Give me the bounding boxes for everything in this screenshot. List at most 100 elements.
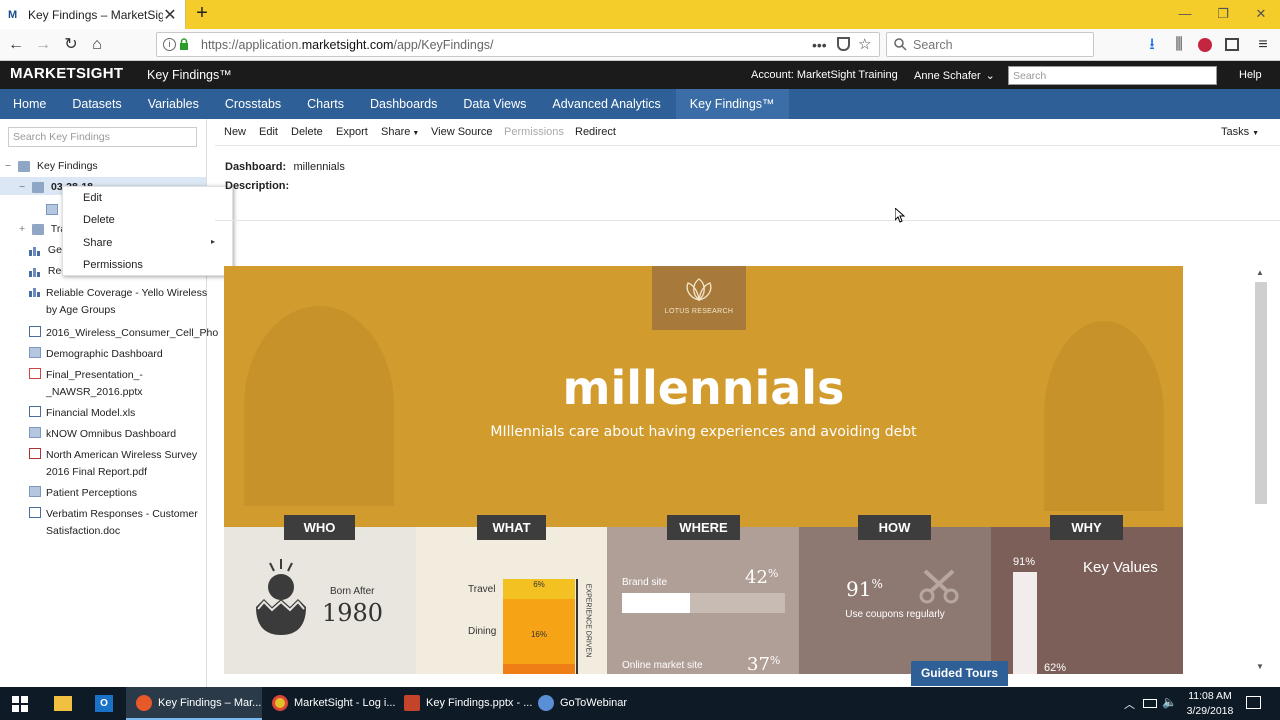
collapse-icon[interactable]: − [5,160,11,172]
redirect-button[interactable]: Redirect [575,126,616,138]
close-tab-icon[interactable]: ✕ [163,5,177,25]
expand-icon[interactable]: + [19,223,25,235]
dining-pct: 16% [530,630,547,639]
reload-icon[interactable]: ↻ [60,34,82,56]
page-actions-icon[interactable]: ••• [812,37,827,53]
why-header: WHY [1050,515,1123,540]
nav-home[interactable]: Home [0,89,59,119]
volume-icon[interactable]: 🔈 [1162,695,1177,709]
new-button[interactable]: New [224,126,246,138]
guided-tours-button[interactable]: Guided Tours [911,661,1008,686]
clock-time[interactable]: 11:08 AM [1180,690,1240,702]
nav-datasets[interactable]: Datasets [59,89,134,119]
notifications-icon[interactable] [1246,696,1261,709]
url-text: https://application.marketsight.com/app/… [201,38,494,52]
sidebar-toggle-icon[interactable] [1225,38,1239,51]
key-findings-search-input[interactable]: Search Key Findings [8,127,197,147]
address-bar[interactable]: i https://application.marketsight.com/ap… [156,32,880,57]
key-values-label: Key Values [1083,559,1158,576]
context-menu-permissions[interactable]: Permissions [83,259,143,271]
windows-taskbar: O Key Findings – Mar... MarketSight - Lo… [0,687,1280,720]
experience-bar [503,579,575,674]
tree-item-label: Demographic Dashboard [46,346,163,363]
browser-tab[interactable]: M Key Findings – MarketSight ✕ [0,0,186,29]
why-bottom-pct: 62% [1044,662,1067,674]
bracket-line [576,579,578,674]
view-source-button[interactable]: View Source [431,126,493,138]
context-menu-edit[interactable]: Edit [83,192,102,204]
taskbar-firefox[interactable]: Key Findings – Mar... [126,687,262,720]
scroll-down-icon[interactable]: ▼ [1256,662,1264,671]
collapse-icon[interactable]: − [19,181,25,193]
restore-window-button[interactable]: ❐ [1204,0,1242,29]
nav-crosstabs[interactable]: Crosstabs [212,89,294,119]
who-header: WHO [284,515,355,540]
context-menu-delete[interactable]: Delete [83,214,115,226]
tree-item-label-line: _NAWSR_2016.pptx [46,386,143,398]
hamburger-menu-icon[interactable]: ≡ [1252,34,1274,56]
taskbar-label: Key Findings – Mar... [158,697,262,709]
what-panel: Travel Dining 6% 16% EXPERIENCE DRIVEN [416,527,607,674]
taskbar-label: Key Findings.pptx - ... [426,697,533,709]
back-arrow-icon[interactable]: ← [5,34,27,56]
home-icon[interactable]: ⌂ [86,34,108,56]
scroll-up-icon[interactable]: ▲ [1256,268,1264,277]
help-link[interactable]: Help [1239,69,1262,81]
edit-button[interactable]: Edit [259,126,278,138]
library-icon[interactable]: ⫼ [1168,34,1190,56]
nav-data-views[interactable]: Data Views [450,89,539,119]
user-menu[interactable]: Anne Schafer ⌄ [914,69,995,82]
nav-dashboards[interactable]: Dashboards [357,89,450,119]
browser-search-placeholder: Search [913,38,953,52]
pocket-save-icon[interactable] [1198,38,1212,52]
context-menu-share[interactable]: Share [83,237,112,249]
browser-search-box[interactable]: Search [886,32,1094,57]
marketsight-logo[interactable]: MARKETSIGHT [10,65,123,82]
nav-advanced-analytics[interactable]: Advanced Analytics [539,89,673,119]
battery-icon[interactable] [1143,699,1157,708]
experience-driven-label: EXPERIENCE DRIVEN [584,583,592,658]
travel-pct: 6% [533,580,545,589]
lotus-research-logo: LOTUS RESEARCH [652,266,746,330]
online-market-value: 37% [747,654,780,674]
chevron-down-icon: ⌄ [985,70,995,82]
why-panel: 91% 62% Key Values [991,527,1183,674]
account-label[interactable]: Account: MarketSight Training [751,69,898,81]
who-panel: Born After 1980 [224,527,416,674]
delete-button[interactable]: Delete [291,126,323,138]
tree-item-label: 2016_Wireless_Consumer_Cell_Pho [46,325,218,342]
tasks-menu[interactable]: Tasks ▼ [1221,126,1259,138]
close-window-button[interactable]: ✕ [1242,0,1280,29]
permissions-button[interactable]: Permissions [504,126,564,138]
nav-key-findings[interactable]: Key Findings™ [675,89,789,119]
windows-start-icon[interactable] [12,696,28,712]
main-nav: Home Datasets Variables Crosstabs Charts… [0,89,1280,119]
minimize-window-button[interactable]: — [1166,0,1204,29]
file-explorer-icon[interactable] [54,696,72,711]
share-button[interactable]: Share ▼ [381,126,419,138]
show-hidden-icons-icon[interactable]: ︿ [1124,696,1135,712]
scrollbar-thumb[interactable] [1255,282,1267,504]
taskbar-chrome[interactable]: MarketSight - Log i... [264,687,396,720]
powerpoint-icon [404,695,420,712]
how-panel: 91% Use coupons regularly [799,527,991,674]
bookmark-star-icon[interactable]: ☆ [858,35,871,53]
forward-arrow-icon[interactable]: → [32,34,54,56]
taskbar-gotowebinar[interactable]: GoToWebinar [530,687,630,720]
tree-item-rec[interactable]: Rec [29,265,67,277]
tree-root[interactable]: − Key Findings [5,160,98,172]
pocket-icon[interactable] [837,37,850,51]
tree-item-label-line: Patient Perceptions [46,487,138,499]
doc-icon [29,507,41,518]
download-icon[interactable]: ⭳ [1141,34,1163,56]
nav-charts[interactable]: Charts [294,89,357,119]
new-tab-icon[interactable]: + [192,3,212,25]
nav-variables[interactable]: Variables [135,89,212,119]
app-search-input[interactable]: Search [1008,66,1217,85]
coupons-pct-sign: % [871,577,883,591]
site-info-icon[interactable]: i [163,38,176,51]
clock-date[interactable]: 3/29/2018 [1180,705,1240,717]
export-button[interactable]: Export [336,126,368,138]
taskbar-powerpoint[interactable]: Key Findings.pptx - ... [394,687,532,720]
outlook-icon[interactable]: O [95,695,113,712]
